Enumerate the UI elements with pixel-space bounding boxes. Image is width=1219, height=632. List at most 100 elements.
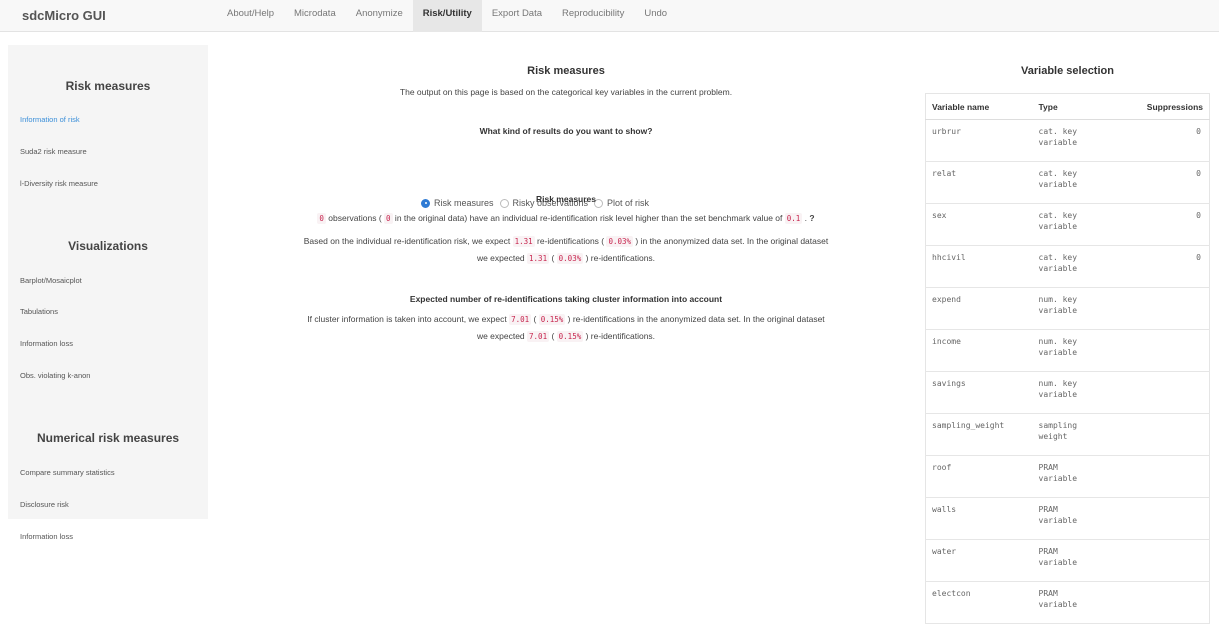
cell-suppressions: 0 xyxy=(1120,119,1210,162)
table-row[interactable]: relat cat. key variable 0 xyxy=(925,161,1210,204)
type-line: variable xyxy=(1038,180,1078,190)
tab-undo[interactable]: Undo xyxy=(634,0,677,32)
cluster-sentence-line2: we expected 7.01 ( 0.15% ) re-identifica… xyxy=(210,331,922,342)
type-line: cat. key xyxy=(1038,253,1078,262)
sidebar-item-suda2-risk-measure[interactable]: Suda2 risk measure xyxy=(20,147,87,156)
text-fragment: ) re-identifications in the anonymized d… xyxy=(565,314,825,324)
cluster-pct: 0.15% xyxy=(538,314,566,325)
table-row[interactable]: sampling_weight sampling weight xyxy=(925,413,1210,456)
sidebar-item-information-of-risk[interactable]: Information of risk xyxy=(20,115,80,124)
cell-variable-name[interactable]: water xyxy=(925,539,1033,582)
cluster-orig-pct: 0.15% xyxy=(556,331,584,342)
sidebar-item-obs-violating-k-anon[interactable]: Obs. violating k-anon xyxy=(20,371,90,380)
cell-suppressions xyxy=(1120,581,1210,624)
cell-variable-name[interactable]: electcon xyxy=(925,581,1033,624)
obs-orig-count: 0 xyxy=(384,213,393,224)
cell-variable-name[interactable]: relat xyxy=(925,161,1033,204)
nav-tabs: About/Help Microdata Anonymize Risk/Util… xyxy=(217,0,677,32)
tab-microdata[interactable]: Microdata xyxy=(284,0,346,32)
table-header-row: Variable name Type Suppressions xyxy=(925,93,1210,120)
text-fragment: ( xyxy=(531,314,539,324)
type-line: variable xyxy=(1038,306,1078,316)
tab-export-data[interactable]: Export Data xyxy=(482,0,552,32)
type-line: variable xyxy=(1038,558,1078,568)
table-row[interactable]: roof PRAM variable xyxy=(925,455,1210,498)
cell-variable-name[interactable]: income xyxy=(925,329,1033,372)
text-fragment: If cluster information is taken into acc… xyxy=(307,314,510,324)
help-question-mark[interactable]: ? xyxy=(809,213,814,223)
sidebar-item-information-loss[interactable]: Information loss xyxy=(20,339,73,348)
results-question: What kind of results do you want to show… xyxy=(479,126,653,136)
column-header-variable-name[interactable]: Variable name xyxy=(925,93,1033,120)
cell-variable-name[interactable]: sampling_weight xyxy=(925,413,1033,456)
table-row[interactable]: urbrur cat. key variable 0 xyxy=(925,119,1210,162)
text-fragment: in the original data) have an individual… xyxy=(392,213,785,223)
table-row[interactable]: hhcivil cat. key variable 0 xyxy=(925,245,1210,288)
reid-orig-pct: 0.03% xyxy=(556,253,584,264)
sidebar-item-l-diversity-risk-measure[interactable]: l-Diversity risk measure xyxy=(20,179,98,188)
tab-risk-utility[interactable]: Risk/Utility xyxy=(412,0,482,32)
cell-variable-name[interactable]: sex xyxy=(925,203,1033,246)
sidebar-item-information-loss-numerical[interactable]: Information loss xyxy=(20,532,73,541)
tab-reproducibility[interactable]: Reproducibility xyxy=(552,0,634,32)
page-title: Risk measures xyxy=(527,65,605,77)
type-line: variable xyxy=(1038,348,1078,358)
cell-variable-name[interactable]: savings xyxy=(925,371,1033,414)
cell-type: PRAM variable xyxy=(1032,455,1121,498)
table-row[interactable]: expend num. key variable xyxy=(925,287,1210,330)
table-row[interactable]: walls PRAM variable xyxy=(925,497,1210,540)
sidebar-item-tabulations[interactable]: Tabulations xyxy=(20,307,58,316)
cell-suppressions xyxy=(1120,287,1210,330)
text-fragment: we expected xyxy=(476,331,528,341)
sidebar-item-barplot-mosaicplot[interactable]: Barplot/Mosaicplot xyxy=(20,276,82,285)
cell-variable-name[interactable]: hhcivil xyxy=(925,245,1033,288)
cell-variable-name[interactable]: urbrur xyxy=(925,119,1033,162)
type-line: cat. key xyxy=(1038,169,1078,178)
table-row[interactable]: water PRAM variable xyxy=(925,539,1210,582)
cell-suppressions xyxy=(1120,371,1210,414)
text-fragment: ) re-identifications. xyxy=(583,331,656,341)
table-row[interactable]: income num. key variable xyxy=(925,329,1210,372)
text-fragment: ) in the anonymized data set. In the ori… xyxy=(633,236,829,246)
type-line: num. key xyxy=(1038,337,1078,346)
tab-anonymize[interactable]: Anonymize xyxy=(346,0,413,32)
type-line: PRAM xyxy=(1038,547,1058,556)
column-header-type[interactable]: Type xyxy=(1032,93,1121,120)
cell-suppressions xyxy=(1120,329,1210,372)
cell-suppressions xyxy=(1120,497,1210,540)
type-line: variable xyxy=(1038,474,1078,484)
type-line: PRAM xyxy=(1038,463,1058,472)
app-brand[interactable]: sdcMicro GUI xyxy=(22,8,106,23)
text-fragment: Based on the individual re-identificatio… xyxy=(303,236,513,246)
obs-count: 0 xyxy=(317,213,326,224)
variable-selection-title: Variable selection xyxy=(1021,65,1114,77)
column-header-suppressions[interactable]: Suppressions xyxy=(1120,93,1210,120)
main-content: Risk measures The output on this page is… xyxy=(210,32,922,632)
table-row[interactable]: electcon PRAM variable xyxy=(925,581,1210,624)
cell-variable-name[interactable]: walls xyxy=(925,497,1033,540)
text-fragment: ) re-identifications. xyxy=(583,253,656,263)
cell-type: num. key variable xyxy=(1032,329,1121,372)
cell-variable-name[interactable]: expend xyxy=(925,287,1033,330)
reid-value: 1.31 xyxy=(512,236,535,247)
type-line: sampling xyxy=(1038,421,1078,430)
table-row[interactable]: savings num. key variable xyxy=(925,371,1210,414)
sidebar: Risk measures Information of risk Suda2 … xyxy=(8,45,208,519)
type-line: weight xyxy=(1038,432,1068,442)
type-line: cat. key xyxy=(1038,127,1078,136)
cell-type: cat. key variable xyxy=(1032,119,1121,162)
cell-suppressions xyxy=(1120,413,1210,456)
tab-about-help[interactable]: About/Help xyxy=(217,0,284,32)
cell-type: cat. key variable xyxy=(1032,245,1121,288)
sidebar-item-disclosure-risk[interactable]: Disclosure risk xyxy=(20,500,69,509)
cell-variable-name[interactable]: roof xyxy=(925,455,1033,498)
cell-type: PRAM variable xyxy=(1032,581,1121,624)
type-line: variable xyxy=(1038,222,1078,232)
type-line: variable xyxy=(1038,138,1078,148)
reidentification-sentence-line2: we expected 1.31 ( 0.03% ) re-identifica… xyxy=(210,253,922,264)
type-line: num. key xyxy=(1038,379,1078,388)
table-row[interactable]: sex cat. key variable 0 xyxy=(925,203,1210,246)
risk-measures-heading: Risk measures xyxy=(535,194,596,204)
reid-orig-value: 1.31 xyxy=(527,253,550,264)
sidebar-item-compare-summary-statistics[interactable]: Compare summary statistics xyxy=(20,468,115,477)
